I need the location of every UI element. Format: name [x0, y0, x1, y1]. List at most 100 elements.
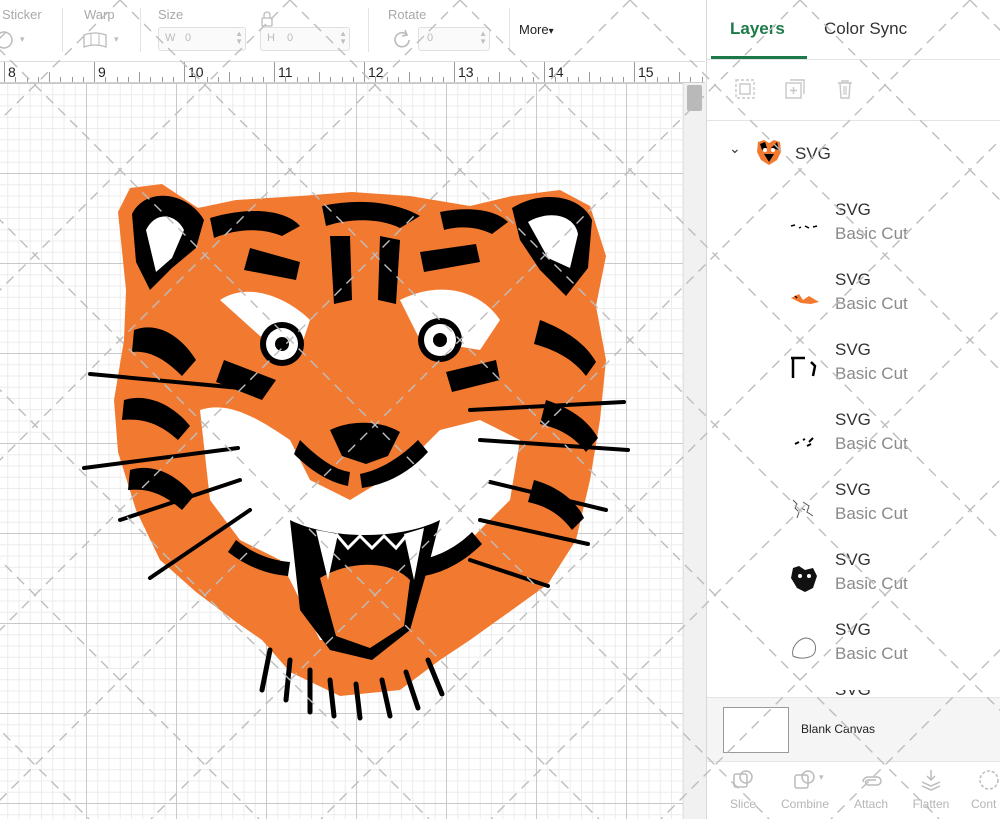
ruler-minor-tick [409, 72, 410, 82]
ruler-minor-tick [206, 77, 208, 82]
ruler-minor-tick [217, 77, 219, 82]
combine-icon [794, 770, 815, 789]
layer-name: SVG [835, 410, 871, 429]
ruler-minor-tick [172, 77, 174, 82]
ruler-minor-tick [240, 77, 242, 82]
layer-item[interactable]: SVG Basic Cut [787, 200, 987, 260]
ruler-minor-tick [15, 77, 17, 82]
ruler-minor-tick [577, 77, 579, 82]
rotate-field[interactable]: 0 ▲ ▼ [418, 27, 490, 51]
layer-name: SVG [835, 690, 871, 697]
ruler-minor-tick [442, 77, 444, 82]
layer-name: SVG [835, 270, 871, 289]
ruler-minor-tick [307, 77, 309, 82]
ruler-minor-tick [60, 77, 62, 82]
toolbar-divider [368, 8, 369, 52]
blank-canvas-row[interactable]: Blank Canvas [707, 697, 1000, 762]
layer-item[interactable]: SVG Basic Cut [787, 550, 987, 610]
toolbar-divider [140, 8, 141, 52]
ruler-minor-tick [161, 77, 163, 82]
ruler-minor-tick [352, 77, 354, 82]
scrollbar-thumb[interactable] [687, 85, 702, 111]
layer-name: SVG [835, 550, 871, 569]
layer-item[interactable]: SVG Basic Cut [787, 270, 987, 330]
ruler-minor-tick [49, 72, 50, 82]
ruler-minor-tick [667, 77, 669, 82]
group-name: SVG [795, 144, 831, 163]
ruler-minor-tick [510, 77, 512, 82]
sticker-group[interactable]: Sticker ▾ [0, 0, 60, 60]
width-prefix: W [165, 32, 176, 44]
slice-icon [733, 770, 753, 788]
left-eye-pupil [275, 337, 289, 351]
layer-item[interactable]: SVG Basic Cut [787, 620, 987, 680]
chevron-down-icon[interactable]: ⌄ [729, 140, 741, 157]
ruler-minor-tick [82, 77, 84, 82]
slice-button[interactable]: Slice [715, 762, 771, 820]
layer-thumbnail [792, 637, 816, 659]
ruler-minor-tick [375, 77, 377, 82]
tab-color-sync[interactable]: Color Sync [824, 19, 907, 39]
delete-icon[interactable] [834, 78, 856, 100]
ruler-minor-tick [701, 77, 703, 82]
combine-button[interactable]: ▾ Combine [777, 762, 833, 820]
design-canvas[interactable] [0, 83, 683, 819]
ruler-major-tick [94, 62, 95, 82]
layer-item[interactable]: SVG Basic Cut [787, 480, 987, 540]
ruler-minor-tick [251, 77, 253, 82]
layer-item[interactable]: SVG Basic Cut [787, 340, 987, 400]
layer-operation: Basic Cut [835, 504, 908, 523]
layer-thumbnail [790, 224, 818, 229]
attach-label: Attach [853, 797, 889, 811]
ruler-minor-tick [127, 77, 129, 82]
ruler-minor-tick [487, 77, 489, 82]
group-icon[interactable] [734, 78, 756, 100]
contour-button[interactable]: Cont [961, 762, 1000, 820]
ruler-major-tick [184, 62, 185, 82]
height-stepper-icon[interactable]: ▲ ▼ [339, 30, 347, 46]
tiger-design[interactable] [0, 83, 683, 819]
warp-group[interactable]: Warp ▾ [70, 0, 140, 60]
attach-button[interactable]: Attach [843, 762, 899, 820]
width-value: 0 [185, 32, 192, 44]
layer-name: SVG [835, 480, 871, 499]
canvas-swatch[interactable] [723, 707, 789, 753]
ruler-minor-tick [296, 77, 298, 82]
width-field[interactable]: W 0 ▲ ▼ [158, 27, 246, 51]
layer-name: SVG [835, 620, 871, 639]
lock-icon[interactable] [260, 10, 274, 28]
layer-item[interactable]: SVG Basic Cut [787, 410, 987, 470]
actions-divider [707, 120, 1000, 121]
ruler-major-tick [544, 62, 545, 82]
ruler-minor-tick [690, 77, 692, 82]
height-value: 0 [287, 32, 294, 44]
ruler-minor-tick [420, 77, 422, 82]
ruler-minor-tick [679, 72, 680, 82]
rotate-value: 0 [427, 32, 434, 44]
canvas-vertical-scrollbar[interactable] [683, 83, 706, 819]
ruler-minor-tick [139, 72, 140, 82]
horizontal-ruler: 8 9 10 11 12 13 14 15 [0, 62, 714, 83]
flatten-label: Flatten [912, 797, 950, 811]
more-button[interactable]: More▾ [519, 22, 554, 37]
tab-layers[interactable]: Layers [730, 19, 785, 39]
layer-name: SVG [835, 340, 871, 359]
rotate-stepper-icon[interactable]: ▲ ▼ [479, 30, 487, 46]
height-field[interactable]: H 0 ▲ ▼ [260, 27, 350, 51]
duplicate-icon[interactable] [784, 78, 806, 100]
ruler-minor-tick [589, 72, 590, 82]
ruler-minor-tick [330, 77, 332, 82]
layer-item-clipped[interactable]: SVG [787, 690, 987, 697]
sticker-icon [0, 31, 13, 49]
layer-name: SVG [835, 200, 871, 219]
canvas-label: Blank Canvas [801, 722, 876, 736]
width-stepper-icon[interactable]: ▲ ▼ [235, 30, 243, 46]
ruler-minor-tick [397, 77, 399, 82]
ruler-minor-tick [26, 77, 28, 82]
toolbar-divider [509, 8, 510, 52]
flatten-button[interactable]: Flatten [903, 762, 959, 820]
ruler-minor-tick [622, 77, 624, 82]
group-thumbnail [757, 140, 781, 165]
size-group: Size W 0 ▲ ▼ H 0 ▲ ▼ [148, 0, 358, 60]
layer-operation: Basic Cut [835, 434, 908, 453]
